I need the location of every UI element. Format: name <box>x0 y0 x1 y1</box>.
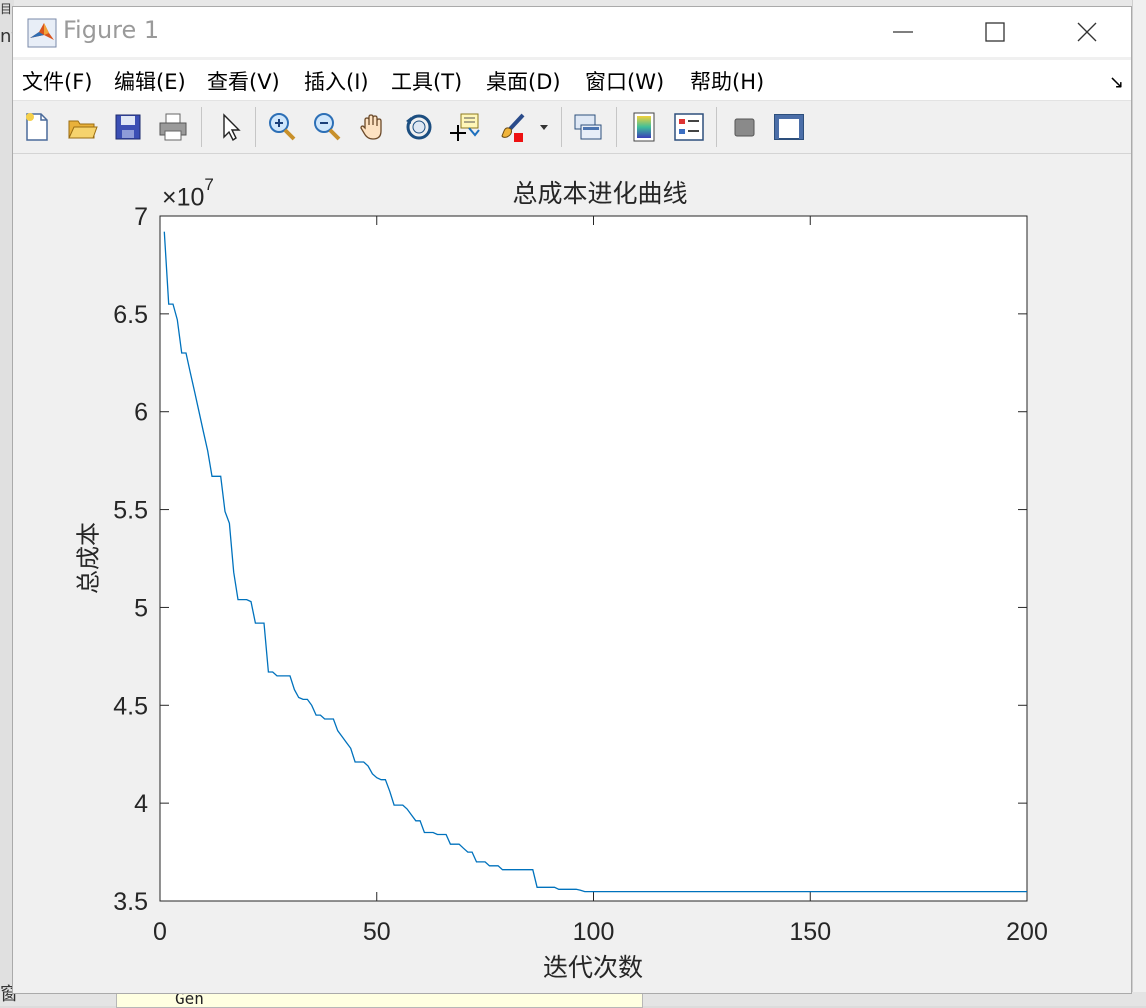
x-tick-label: 0 <box>153 918 167 946</box>
x-tick-label: 200 <box>1006 918 1048 946</box>
x-axis-label: 迭代次数 <box>542 953 643 982</box>
plot-canvas: 0 50 100 150 200 3.5 4 4.5 5 5.5 6 6.5 7 <box>113 203 1048 946</box>
y-tick-label: 3.5 <box>113 888 148 916</box>
y-axis-label: 总成本 <box>74 522 103 594</box>
y-tick-label: 7 <box>134 203 148 231</box>
y-exponent-power: 7 <box>204 175 214 194</box>
x-tick-label: 50 <box>363 918 391 946</box>
y-tick-label: 6.5 <box>113 301 148 329</box>
x-tick-label: 100 <box>573 918 615 946</box>
x-tick-label: 150 <box>789 918 831 946</box>
y-tick-label: 5.5 <box>113 497 148 525</box>
y-tick-label: 4 <box>134 790 148 818</box>
plot-area[interactable] <box>159 215 1028 902</box>
chart-title: 总成本进化曲线 <box>512 179 688 208</box>
y-tick-label: 4.5 <box>113 692 148 720</box>
y-exponent-base: ×10 <box>162 183 205 212</box>
y-tick-label: 5 <box>134 594 148 622</box>
y-exponent-label: ×107 <box>162 175 214 212</box>
y-tick-label: 6 <box>134 399 148 427</box>
